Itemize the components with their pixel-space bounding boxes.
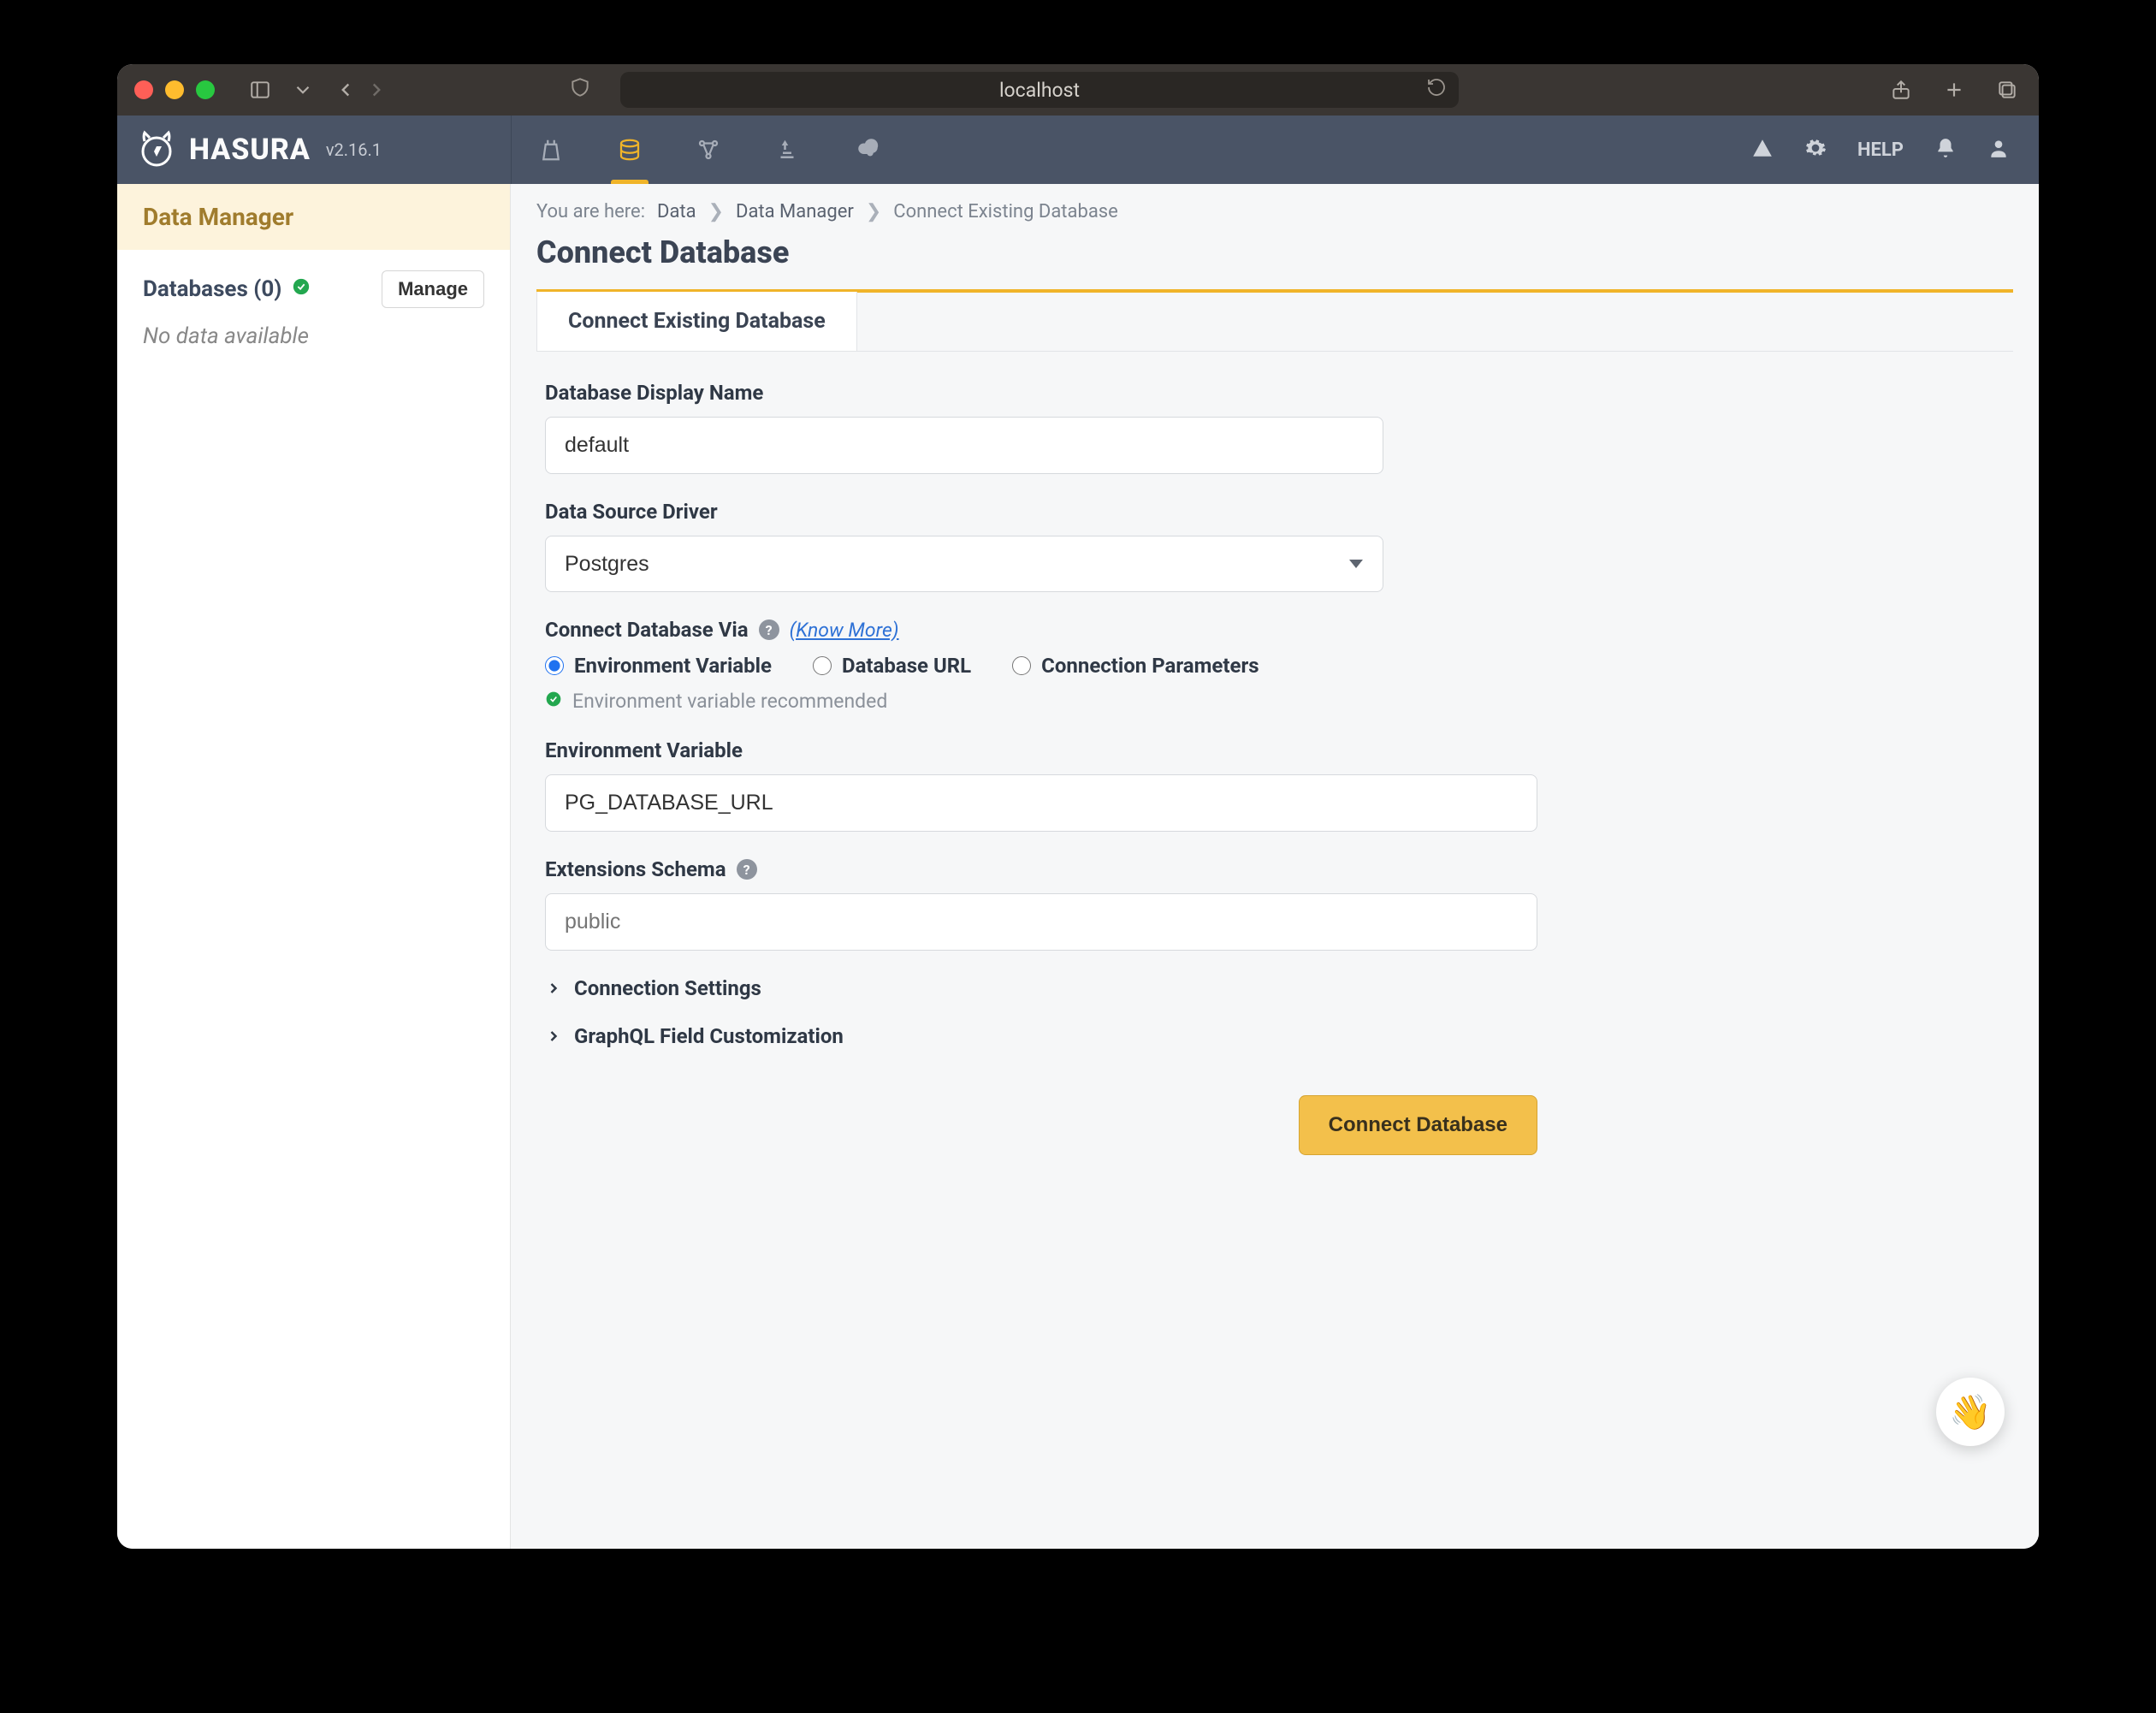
- radio-url[interactable]: Database URL: [813, 654, 971, 678]
- radio-params[interactable]: Connection Parameters: [1012, 654, 1259, 678]
- check-icon: [545, 690, 562, 713]
- ext-schema-input[interactable]: [545, 893, 1537, 951]
- help-link[interactable]: HELP: [1857, 139, 1904, 161]
- breadcrumb-item-current: Connect Existing Database: [893, 201, 1118, 222]
- sidebar-toggle-icon[interactable]: [246, 75, 275, 104]
- address-text: localhost: [999, 79, 1080, 102]
- breadcrumb-item[interactable]: Data Manager: [736, 201, 854, 222]
- chevron-right-icon: ❯: [708, 201, 724, 222]
- driver-label: Data Source Driver: [545, 500, 1537, 524]
- nav-data-icon[interactable]: [590, 116, 669, 184]
- maximize-window-button[interactable]: [196, 80, 215, 99]
- main-content: You are here: Data ❯ Data Manager ❯ Conn…: [511, 184, 2039, 1549]
- browser-titlebar: localhost: [117, 64, 2039, 116]
- bell-icon[interactable]: [1934, 137, 1957, 163]
- sidebar-no-data: No data available: [117, 317, 510, 366]
- main-nav: [511, 116, 905, 184]
- breadcrumb-prefix: You are here:: [536, 201, 645, 222]
- back-button[interactable]: [331, 75, 360, 104]
- app-header: HASURA v2.16.1: [117, 116, 2039, 184]
- gear-icon[interactable]: [1804, 137, 1827, 163]
- breadcrumb: You are here: Data ❯ Data Manager ❯ Conn…: [536, 201, 2013, 222]
- brand-version: v2.16.1: [326, 139, 382, 160]
- know-more-link[interactable]: (Know More): [790, 619, 899, 642]
- user-icon[interactable]: [1987, 137, 2010, 163]
- recommended-text: Environment variable recommended: [572, 690, 887, 713]
- sidebar: Data Manager Databases (0) Manage No dat…: [117, 184, 511, 1549]
- minimize-window-button[interactable]: [165, 80, 184, 99]
- radio-env-input[interactable]: [545, 656, 564, 675]
- manage-button[interactable]: Manage: [382, 270, 484, 308]
- ext-schema-label: Extensions Schema: [545, 857, 726, 881]
- help-icon[interactable]: ?: [759, 619, 779, 640]
- sidebar-title: Data Manager: [117, 184, 510, 250]
- display-name-label: Database Display Name: [545, 381, 1537, 405]
- hasura-logo-icon: [136, 129, 177, 170]
- nav-events-icon[interactable]: [826, 116, 905, 184]
- page-title: Connect Database: [536, 234, 2013, 270]
- browser-window: localhost HASURA v2.16.1: [117, 64, 2039, 1549]
- nav-api-icon[interactable]: [512, 116, 590, 184]
- tab-bar: Connect Existing Database: [536, 289, 2013, 352]
- breadcrumb-item[interactable]: Data: [657, 201, 696, 222]
- wave-fab-icon[interactable]: 👋: [1936, 1378, 2005, 1446]
- connection-settings-toggle[interactable]: Connection Settings: [545, 976, 1537, 1000]
- tabs-overview-icon[interactable]: [1993, 75, 2022, 104]
- new-tab-icon[interactable]: [1940, 75, 1969, 104]
- shield-icon: [569, 76, 591, 104]
- radio-env[interactable]: Environment Variable: [545, 654, 772, 678]
- graphql-customization-toggle[interactable]: GraphQL Field Customization: [545, 1024, 1537, 1048]
- check-icon: [292, 276, 311, 302]
- close-window-button[interactable]: [134, 80, 153, 99]
- env-var-input[interactable]: [545, 774, 1537, 832]
- driver-select[interactable]: Postgres: [545, 536, 1383, 592]
- help-icon[interactable]: ?: [737, 859, 757, 880]
- chevron-down-icon[interactable]: [288, 75, 317, 104]
- header-right: HELP: [1751, 137, 2039, 163]
- connect-via-label: Connect Database Via: [545, 618, 749, 642]
- address-bar[interactable]: localhost: [620, 72, 1459, 108]
- radio-params-input[interactable]: [1012, 656, 1031, 675]
- refresh-icon[interactable]: [1426, 77, 1447, 103]
- env-var-label: Environment Variable: [545, 738, 1537, 762]
- forward-button[interactable]: [362, 75, 391, 104]
- brand-name: HASURA: [189, 133, 311, 167]
- connect-database-button[interactable]: Connect Database: [1299, 1095, 1537, 1155]
- nav-actions-icon[interactable]: [669, 116, 748, 184]
- tab-connect-existing[interactable]: Connect Existing Database: [536, 292, 857, 351]
- nav-remote-icon[interactable]: [748, 116, 826, 184]
- radio-url-input[interactable]: [813, 656, 832, 675]
- share-icon[interactable]: [1886, 75, 1916, 104]
- sidebar-databases-label: Databases (0): [143, 276, 281, 302]
- warning-icon[interactable]: [1751, 137, 1774, 163]
- brand: HASURA v2.16.1: [117, 129, 511, 170]
- traffic-lights: [134, 80, 215, 99]
- display-name-input[interactable]: [545, 417, 1383, 474]
- chevron-right-icon: ❯: [866, 201, 881, 222]
